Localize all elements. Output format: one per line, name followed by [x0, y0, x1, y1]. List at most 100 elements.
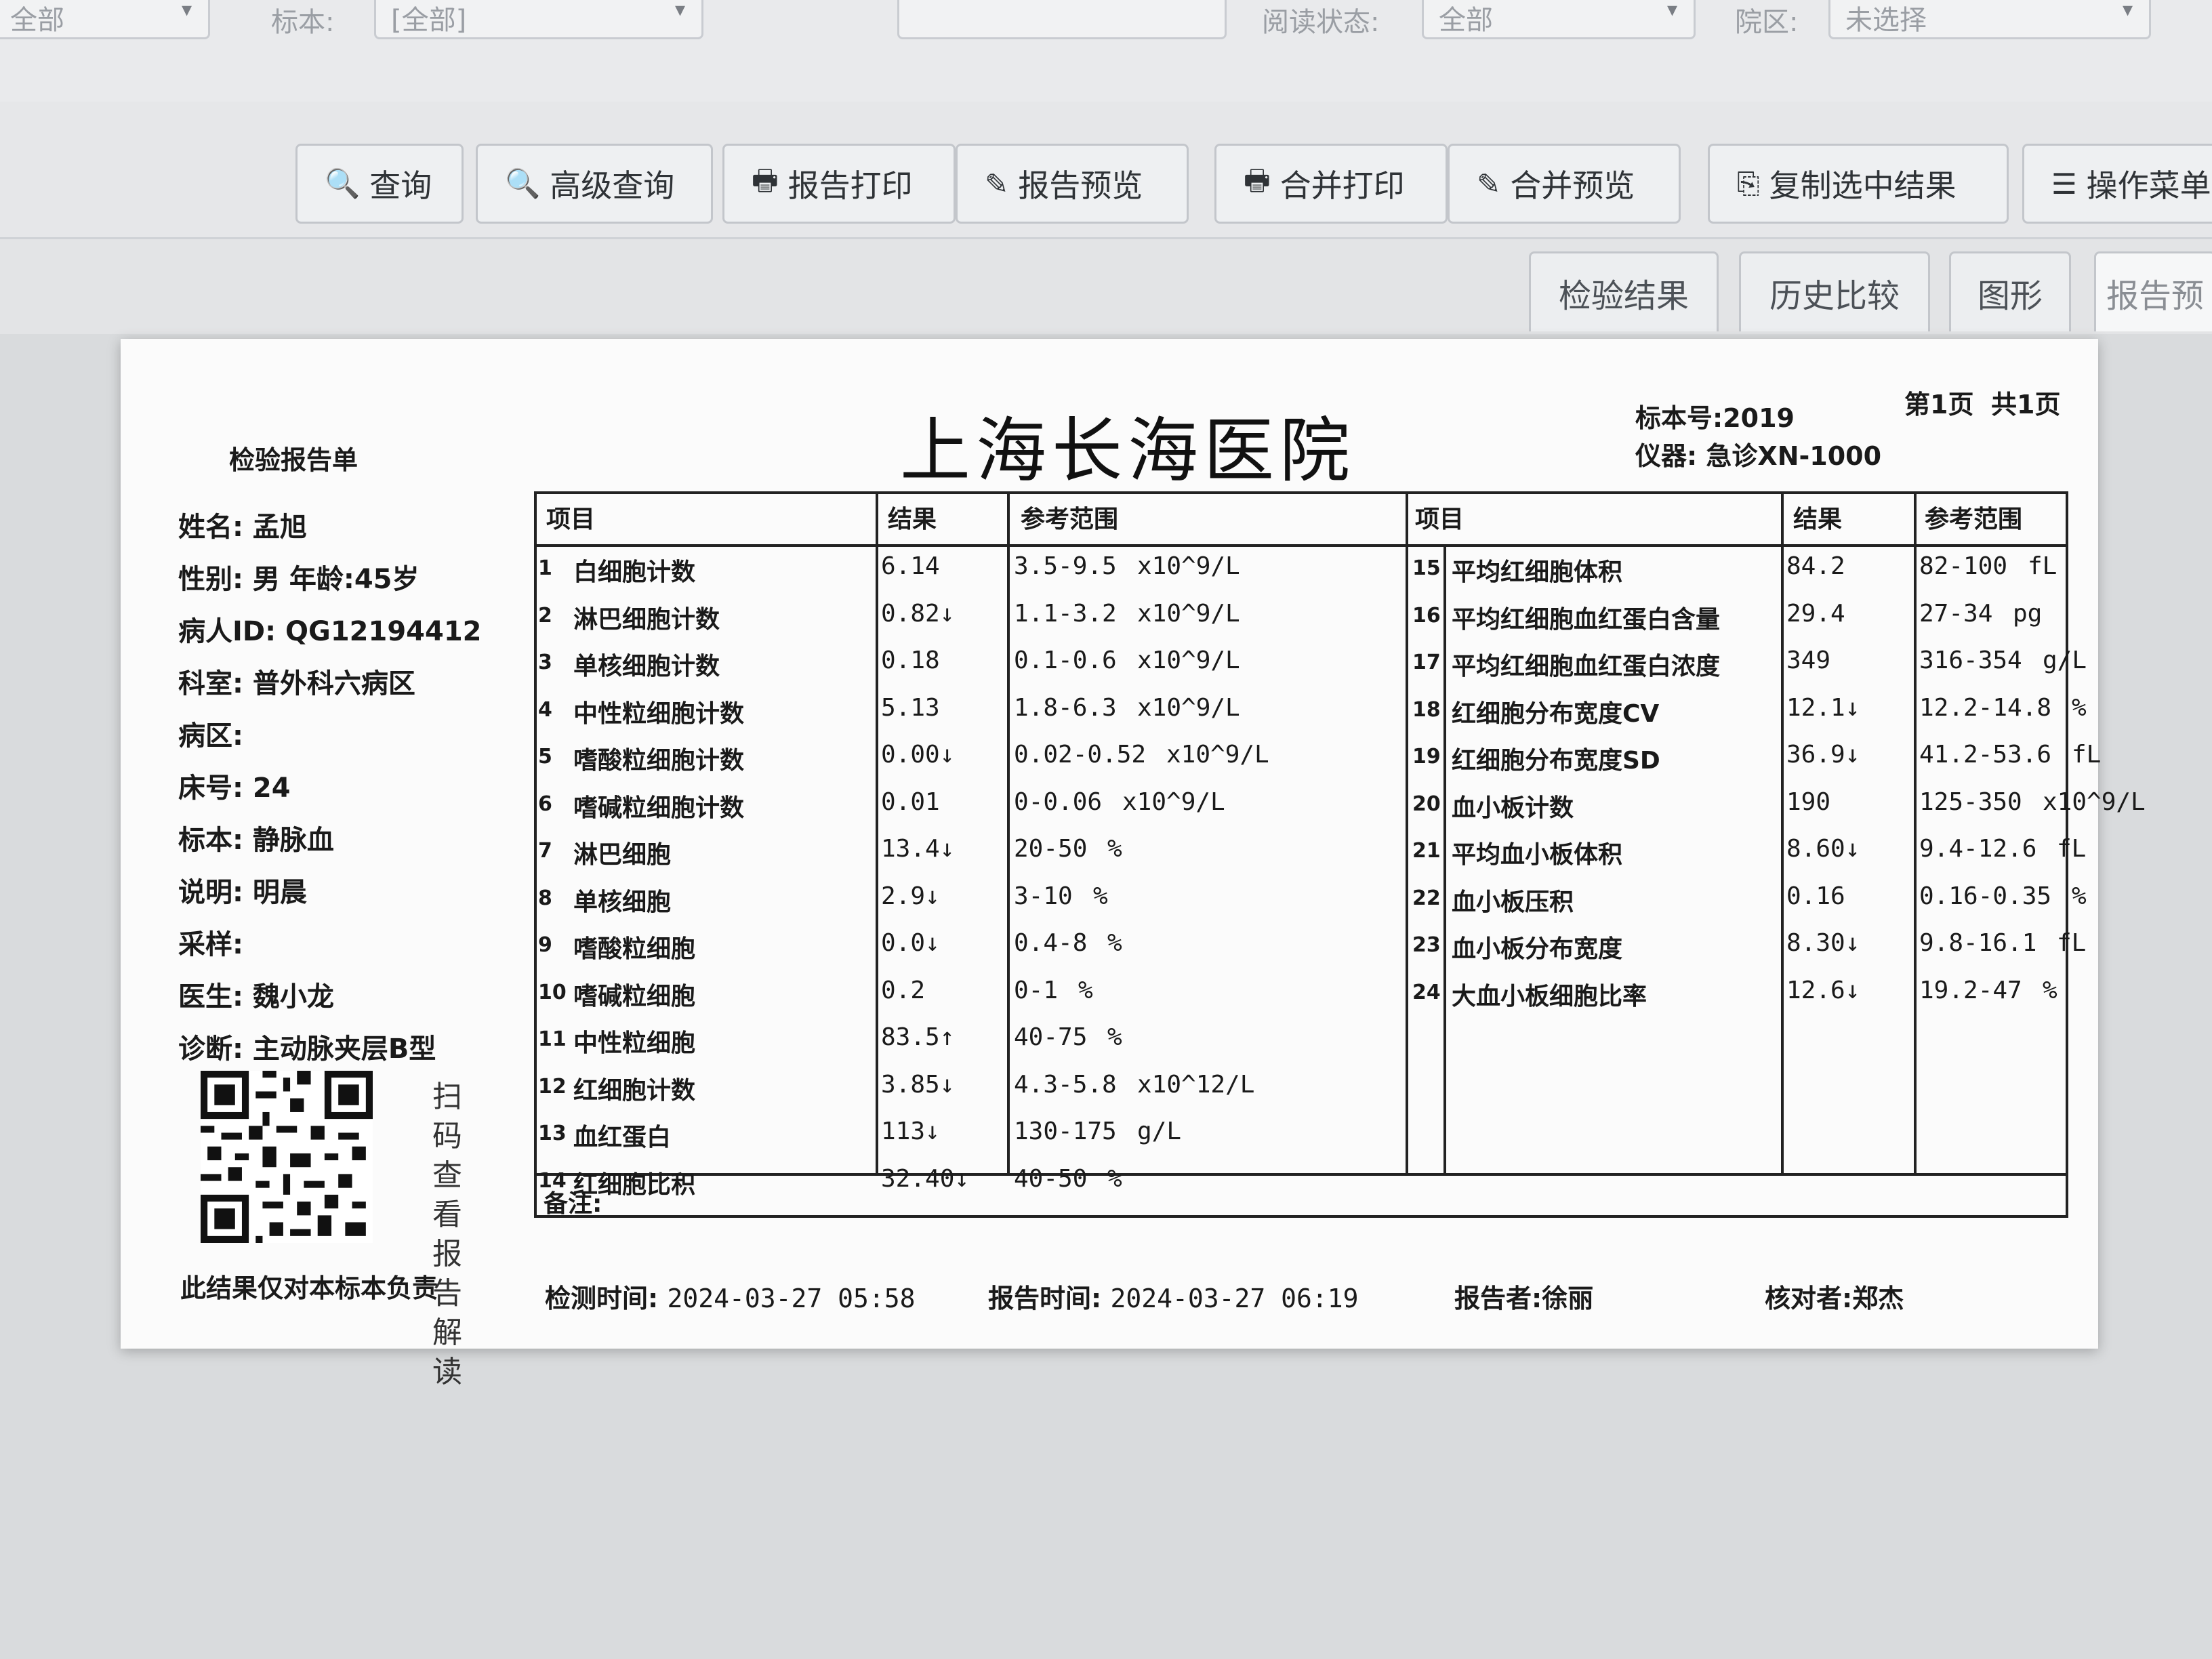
reference-range: 12.2-14.8: [1919, 693, 2052, 722]
reference-unit: %: [1107, 929, 1122, 957]
row-index: 2: [538, 603, 552, 628]
query-button[interactable]: 🔍 查询: [295, 144, 464, 224]
row-index: 17: [1412, 651, 1441, 674]
reference-unit: %: [1107, 835, 1122, 863]
reference-range: 82-100: [1919, 552, 2008, 580]
campus-filter-select[interactable]: 未选择 ▾: [1828, 0, 2151, 39]
reference-unit: x10^9/L: [1166, 741, 1269, 769]
col-divider-half: [1406, 491, 1408, 1174]
test-name: 平均红细胞血红蛋白含量: [1452, 605, 1721, 634]
reference-range: 20-50: [1014, 835, 1088, 863]
report-print-button[interactable]: 🖶 报告打印: [722, 144, 956, 224]
test-name: 淋巴细胞计数: [573, 605, 720, 634]
test-result: 190: [1786, 787, 1831, 816]
header-result-right: 结果: [1793, 506, 1843, 533]
test-name: 平均红细胞体积: [1452, 558, 1623, 586]
row-index: 7: [538, 839, 552, 863]
advanced-query-button[interactable]: 🔍 高级查询: [476, 144, 713, 224]
reference-range: 1.1-3.2: [1014, 599, 1117, 628]
merge-preview-button[interactable]: ✎ 合并预览: [1448, 144, 1681, 224]
test-name: 红细胞分布宽度CV: [1452, 699, 1660, 728]
disclaimer: 此结果仅对本标本负责: [180, 1273, 438, 1303]
test-result: 5.13: [881, 693, 940, 722]
checker: 核对者:郑杰: [1765, 1284, 1904, 1313]
test-result: 13.4↓: [881, 835, 955, 863]
test-result: 29.4: [1786, 599, 1845, 628]
reference-unit: fL: [2028, 552, 2057, 580]
test-result: 12.1↓: [1786, 693, 1860, 722]
reference-range: 3.5-9.5: [1014, 552, 1117, 580]
filter-input-2[interactable]: [897, 0, 1227, 39]
row-index: 5: [538, 745, 552, 769]
report-preview-button[interactable]: ✎ 报告预览: [956, 144, 1189, 224]
row-index: 9: [538, 933, 552, 957]
row-index: 16: [1412, 603, 1441, 628]
reference-range: 0.16-0.35: [1919, 882, 2052, 910]
page-number: 第1页: [1904, 390, 1974, 419]
row-index: 21: [1412, 839, 1441, 863]
patient-bed: 床号: 24: [178, 773, 291, 804]
copy-selected-results-button-label: 复制选中结果: [1769, 167, 1957, 204]
reference-range: 0.4-8: [1014, 929, 1088, 957]
tab-bar: 检验结果 历史比较 图形 报告预: [0, 237, 2212, 334]
reference-range: 40-50: [1014, 1164, 1088, 1193]
reference-unit: fL: [2072, 741, 2102, 769]
header-item-left: 项目: [546, 506, 596, 533]
test-result: 0.01: [881, 787, 940, 816]
reference-range: 130-175: [1014, 1118, 1117, 1145]
reporter: 报告者:徐丽: [1454, 1284, 1594, 1313]
row-index: 12: [538, 1074, 567, 1099]
test-name: 红细胞分布宽度SD: [1452, 747, 1660, 775]
reference-unit: g/L: [1137, 1118, 1182, 1145]
patient-ward: 病区:: [178, 720, 243, 752]
row-index: 4: [538, 697, 552, 722]
test-name: 平均血小板体积: [1452, 841, 1623, 869]
table-border-left: [534, 491, 537, 1218]
search-icon: 🔍: [325, 167, 361, 200]
reference-unit: x10^9/L: [2043, 787, 2146, 816]
test-result: 0.82↓: [881, 599, 955, 628]
row-index: 20: [1412, 792, 1441, 816]
printer-icon: 🖶: [1244, 163, 1271, 197]
report-doc-type: 检验报告单: [229, 445, 359, 475]
test-name: 白细胞计数: [573, 558, 696, 586]
patient-sex-age: 性别: 男 年龄:45岁: [178, 564, 419, 595]
operations-menu-button[interactable]: ☰ 操作菜单: [2022, 144, 2212, 224]
copy-selected-results-button[interactable]: ⎘ 复制选中结果: [1708, 144, 2009, 224]
tab-history-compare[interactable]: 历史比较: [1739, 251, 1930, 331]
search-icon: 🔍: [505, 167, 541, 200]
tab-graph[interactable]: 图形: [1949, 251, 2071, 331]
header-result-left: 结果: [888, 506, 937, 533]
row-index: 11: [538, 1027, 567, 1051]
patient-specimen: 标本: 静脉血: [178, 825, 334, 856]
instrument: 仪器: 急诊XN-1000: [1635, 441, 1882, 471]
report-time-label: 报告时间:: [988, 1284, 1102, 1313]
tab-report-preview[interactable]: 报告预: [2094, 251, 2212, 331]
row-index: 6: [538, 792, 552, 816]
header-range-right: 参考范围: [1925, 506, 2023, 533]
merge-print-button[interactable]: 🖶 合并打印: [1214, 144, 1448, 224]
read-status-filter-select[interactable]: 全部 ▾: [1422, 0, 1696, 39]
reference-range: 9.4-12.6: [1919, 835, 2037, 863]
qr-code-icon[interactable]: [201, 1071, 373, 1243]
reference-range: 9.8-16.1: [1919, 929, 2037, 957]
specimen-filter-label: 标本:: [271, 7, 335, 38]
table-remark-divider: [534, 1173, 2068, 1176]
row-index: 24: [1412, 980, 1441, 1004]
chevron-down-icon: ▾: [674, 0, 685, 22]
chevron-down-icon: ▾: [181, 0, 192, 22]
row-index: 1: [538, 556, 552, 580]
specimen-filter-select[interactable]: [全部] ▾: [374, 0, 703, 39]
row-index: 3: [538, 651, 552, 674]
row-index: 23: [1412, 933, 1441, 957]
test-name: 嗜酸粒细胞计数: [573, 747, 745, 775]
reference-range: 0.1-0.6: [1014, 647, 1117, 674]
reference-range: 19.2-47: [1919, 976, 2022, 1004]
test-name: 单核细胞计数: [573, 653, 720, 680]
tab-test-results[interactable]: 检验结果: [1529, 251, 1719, 331]
test-result: 349: [1786, 647, 1831, 674]
test-result: 8.60↓: [1786, 835, 1860, 863]
filter-select-0[interactable]: 全部 ▾: [0, 0, 210, 39]
reference-unit: %: [2072, 693, 2087, 722]
test-result: 113↓: [881, 1118, 940, 1145]
